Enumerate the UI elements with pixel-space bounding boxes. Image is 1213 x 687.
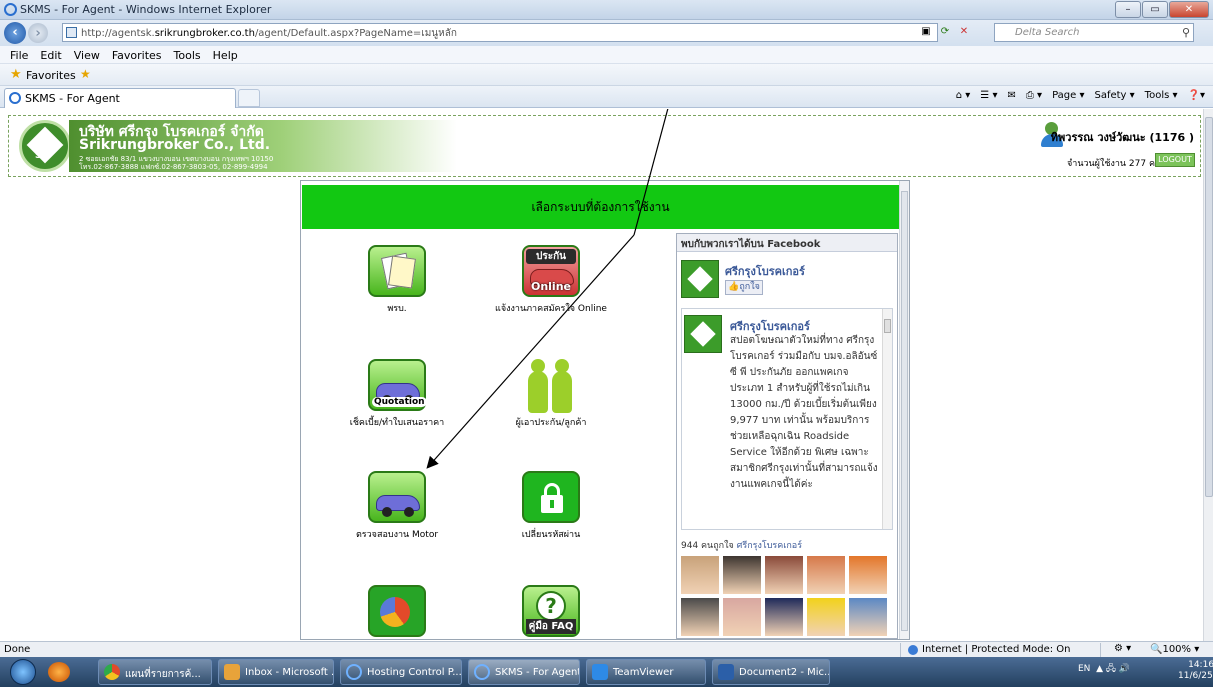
stop-icon[interactable]: ✕ xyxy=(956,25,972,39)
outlook-icon xyxy=(224,664,240,680)
page-icon xyxy=(66,27,77,38)
tools-menu[interactable]: Tools ▾ xyxy=(1145,90,1178,101)
taskbar-button-teamviewer[interactable]: TeamViewer xyxy=(586,659,706,685)
tab-title: SKMS - For Agent xyxy=(25,92,120,105)
arrow-to-motor-check xyxy=(426,234,635,469)
add-favorite-icon[interactable]: ★ xyxy=(80,67,91,81)
address-url: http://agentsk.srikrungbroker.co.th/agen… xyxy=(81,28,457,39)
arrow-line-top xyxy=(633,109,669,236)
chrome-icon xyxy=(104,664,120,680)
tab-ie-icon xyxy=(9,92,21,104)
command-bar: ⌂ ▾ ☰ ▾ ✉ ⎙ ▾ Page ▾ Safety ▾ Tools ▾ ❓▾ xyxy=(956,90,1205,101)
ie-icon xyxy=(4,3,17,16)
search-icon[interactable]: ⚲ xyxy=(1182,26,1190,39)
mail-icon[interactable]: ✉ xyxy=(1007,90,1015,101)
window-controls: – ▭ ✕ xyxy=(1114,1,1209,18)
favorites-button[interactable]: Favorites xyxy=(26,69,76,82)
taskbar-button-chrome[interactable]: แผนที่รายการค้... xyxy=(98,659,212,685)
home-icon[interactable]: ⌂ ▾ xyxy=(956,90,971,101)
protected-mode-icon[interactable]: ⚙ ▾ xyxy=(1114,643,1131,654)
system-tray: EN ▲ 🖧 🔊 xyxy=(1078,664,1131,674)
search-input[interactable]: Delta Search ⚲ xyxy=(994,23,1194,42)
page-content: SK บริษัท ศรีกรุง โบรคเกอร์ จำกัด Srikru… xyxy=(0,109,1203,641)
annotation-arrows xyxy=(426,109,669,469)
address-tools: ▣ ⟳ ✕ xyxy=(918,25,972,39)
taskbar-button-hosting[interactable]: Hosting Control P... xyxy=(340,659,462,685)
print-icon[interactable]: ⎙ ▾ xyxy=(1026,90,1042,101)
favorites-bar: ★ Favorites ★ xyxy=(0,64,1213,86)
address-toolbar: ‹ › http://agentsk.srikrungbroker.co.th/… xyxy=(0,20,1213,46)
status-bar: Done Internet | Protected Mode: On ⚙ ▾ 🔍… xyxy=(0,641,1213,657)
menu-edit[interactable]: Edit xyxy=(34,46,67,63)
clock[interactable]: 14:16 11/6/2556 xyxy=(1178,660,1213,682)
compat-view-icon[interactable]: ▣ xyxy=(918,25,934,39)
refresh-icon[interactable]: ⟳ xyxy=(937,25,953,39)
window-title: SKMS - For Agent - Windows Internet Expl… xyxy=(20,3,272,16)
menu-help[interactable]: Help xyxy=(207,46,244,63)
taskbar-button-outlook[interactable]: Inbox - Microsoft ... xyxy=(218,659,334,685)
teamviewer-icon xyxy=(592,664,608,680)
menu-tools[interactable]: Tools xyxy=(168,46,207,63)
help-icon[interactable]: ❓▾ xyxy=(1188,90,1205,101)
safety-menu[interactable]: Safety ▾ xyxy=(1094,90,1134,101)
page-menu[interactable]: Page ▾ xyxy=(1052,90,1084,101)
taskbar-button-skms[interactable]: SKMS - For Agent... xyxy=(468,659,580,685)
status-text: Done xyxy=(4,644,31,655)
forward-button[interactable]: › xyxy=(28,23,48,43)
zoom-level[interactable]: 🔍100% ▾ xyxy=(1150,644,1199,655)
start-button[interactable] xyxy=(10,659,36,685)
page-scrollbar[interactable] xyxy=(1203,109,1213,641)
maximize-button[interactable]: ▭ xyxy=(1142,1,1168,18)
favorites-star-icon: ★ xyxy=(10,67,22,82)
feeds-icon[interactable]: ☰ ▾ xyxy=(980,90,997,101)
firefox-icon[interactable] xyxy=(48,662,70,682)
menu-bar: File Edit View Favorites Tools Help xyxy=(0,46,1213,64)
language-indicator[interactable]: EN xyxy=(1078,664,1090,674)
window-title-bar: SKMS - For Agent - Windows Internet Expl… xyxy=(0,0,1213,20)
back-button[interactable]: ‹ xyxy=(4,22,26,44)
menu-file[interactable]: File xyxy=(0,46,34,63)
ie-taskbar-icon xyxy=(346,664,362,680)
minimize-button[interactable]: – xyxy=(1115,1,1141,18)
ie-taskbar-icon xyxy=(474,664,490,680)
search-placeholder: Delta Search xyxy=(1015,27,1080,38)
address-bar[interactable]: http://agentsk.srikrungbroker.co.th/agen… xyxy=(62,23,938,42)
menu-favorites[interactable]: Favorites xyxy=(106,46,168,63)
taskbar-button-word[interactable]: Document2 - Mic... xyxy=(712,659,830,685)
globe-icon xyxy=(908,645,918,655)
tab-row: SKMS - For Agent ⌂ ▾ ☰ ▾ ✉ ⎙ ▾ Page ▾ Sa… xyxy=(0,86,1213,108)
security-zone: Internet | Protected Mode: On xyxy=(922,644,1071,655)
tab-skms[interactable]: SKMS - For Agent xyxy=(4,88,236,108)
menu-view[interactable]: View xyxy=(68,46,106,63)
new-tab-button[interactable] xyxy=(238,89,260,107)
close-button[interactable]: ✕ xyxy=(1169,1,1209,18)
taskbar: แผนที่รายการค้... Inbox - Microsoft ... … xyxy=(0,657,1213,687)
word-icon xyxy=(718,664,734,680)
